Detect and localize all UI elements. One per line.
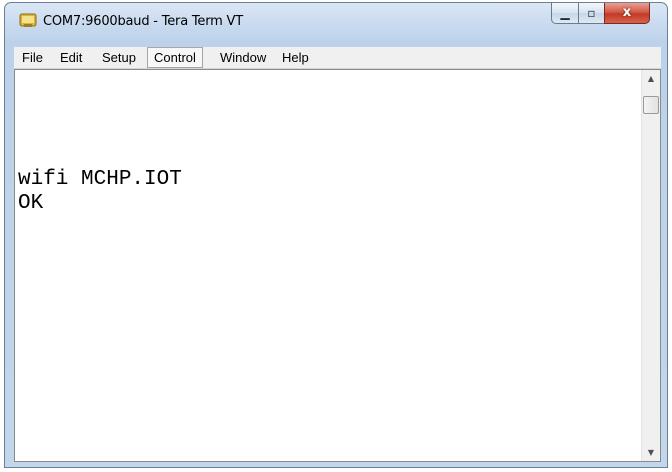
teraterm-app-icon [19,13,37,27]
maximize-icon: ▫ [587,6,596,20]
terminal-screen[interactable]: wifi MCHP.IOT OK [15,70,641,461]
menu-control[interactable]: Control [147,47,203,68]
menu-bar: File Edit Setup Control Window Help [14,47,661,69]
teraterm-window: COM7:9600baud - Tera Term VT ▁ ▫ x File … [4,2,668,468]
scroll-thumb[interactable] [643,96,659,114]
menu-setup[interactable]: Setup [96,47,142,68]
maximize-button[interactable]: ▫ [578,3,605,24]
scroll-down-button[interactable]: ▼ [642,444,660,461]
title-bar[interactable]: COM7:9600baud - Tera Term VT ▁ ▫ x [5,3,667,41]
terminal-line: OK [18,192,44,215]
terminal-line: wifi MCHP.IOT [18,168,182,191]
close-button[interactable]: x [604,3,650,24]
terminal-client-area: wifi MCHP.IOT OK ▲ ▼ [14,69,661,462]
arrow-down-icon: ▼ [647,448,655,457]
minimize-icon: ▁ [560,6,570,20]
menu-edit[interactable]: Edit [54,47,88,68]
arrow-up-icon: ▲ [647,74,655,83]
scroll-up-button[interactable]: ▲ [642,70,660,87]
vertical-scrollbar[interactable]: ▲ ▼ [641,70,660,461]
window-title: COM7:9600baud - Tera Term VT [43,14,243,29]
menu-help[interactable]: Help [276,47,315,68]
menu-window[interactable]: Window [214,47,272,68]
close-icon: x [622,5,632,20]
menu-file[interactable]: File [16,47,49,68]
minimize-button[interactable]: ▁ [551,3,579,24]
